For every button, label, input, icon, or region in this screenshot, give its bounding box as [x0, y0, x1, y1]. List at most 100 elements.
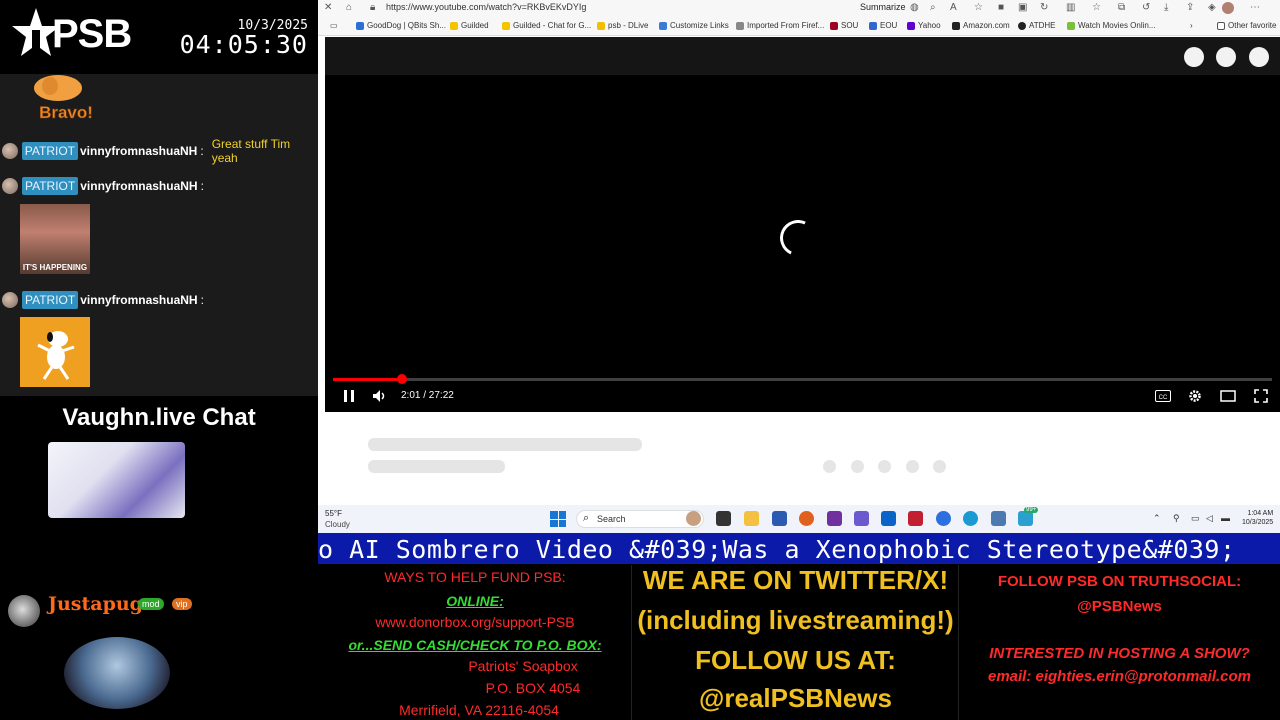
- edge-icon[interactable]: [963, 511, 978, 526]
- system-time: 1:04 AM: [1247, 510, 1274, 517]
- onenote-icon[interactable]: [827, 511, 842, 526]
- bookmark-item[interactable]: psb - DLive: [597, 21, 648, 30]
- widget-icon[interactable]: [686, 511, 701, 526]
- weather-temp[interactable]: 55°F: [325, 509, 342, 518]
- speaker-icon[interactable]: ◁: [1206, 513, 1213, 524]
- chat-text: Great stuff Tim yeah: [211, 137, 291, 165]
- bookmark-item[interactable]: Guilded - Chat for G...: [502, 21, 591, 30]
- news-ticker: o AI Sombrero Video &#039;Was a Xenophob…: [318, 533, 1280, 564]
- bookmark-item[interactable]: EOU: [869, 21, 897, 30]
- progress-knob[interactable]: [397, 374, 408, 384]
- zoom-app-icon[interactable]: [936, 511, 951, 526]
- bookmark-label: Guilded: [461, 21, 489, 30]
- pause-icon[interactable]: [342, 389, 356, 403]
- bravo-emote: Bravo!: [34, 75, 93, 122]
- chat-feed: Bravo! PATRIOT vinnyfromnashuaNH : Great…: [0, 74, 318, 396]
- battery-icon[interactable]: ▬: [1221, 513, 1230, 523]
- loading-skeleton-dot: [823, 460, 836, 473]
- bookmark-item[interactable]: Customize Links: [659, 21, 729, 30]
- chat-username[interactable]: vinnyfromnashuaNH: [80, 179, 197, 193]
- vaughn-username[interactable]: Justapug: [48, 593, 143, 615]
- progress-bar[interactable]: [333, 374, 1272, 384]
- read-aloud-icon[interactable]: A: [950, 2, 957, 13]
- stream-overlay: PSB 10/3/2025 04:05:30 Bravo! PATRIOT vi…: [0, 0, 1280, 720]
- system-clock[interactable]: 1:04 AM 10/3/2025: [1242, 509, 1273, 527]
- outlook-icon[interactable]: [881, 511, 896, 526]
- bookmark-icon: [907, 21, 915, 30]
- brand-header: PSB 10/3/2025 04:05:30: [0, 0, 318, 74]
- chat-separator: :: [200, 179, 204, 193]
- twitter-livestream: (including livestreaming!): [637, 605, 954, 635]
- bookmark-label: ATDHE: [1029, 21, 1056, 30]
- favorites-icon[interactable]: ☆: [1092, 2, 1101, 13]
- fullscreen-icon[interactable]: [1254, 389, 1268, 403]
- fund-heading: WAYS TO HELP FUND PSB:: [384, 569, 566, 585]
- word-icon[interactable]: [772, 511, 787, 526]
- player-top-button[interactable]: [1184, 47, 1204, 67]
- player-top-button[interactable]: [1216, 47, 1236, 67]
- file-explorer-icon[interactable]: [744, 511, 759, 526]
- chat-username[interactable]: vinnyfromnashuaNH: [80, 293, 197, 307]
- zoom-icon[interactable]: ⌕: [930, 2, 936, 13]
- youtube-page: 2:01 / 27:22 CC: [325, 37, 1280, 505]
- publisher-icon[interactable]: [854, 511, 869, 526]
- other-favorites[interactable]: Other favorite: [1217, 21, 1276, 30]
- player-top-button[interactable]: [1249, 47, 1269, 67]
- bookmark-item[interactable]: Imported From Firef...: [736, 21, 824, 30]
- bookmark-icon: [502, 21, 510, 30]
- share-icon[interactable]: ⇪: [1186, 2, 1194, 13]
- more-icon[interactable]: ⋯: [1250, 2, 1260, 13]
- app-icon[interactable]: [908, 511, 923, 526]
- avatar[interactable]: [1222, 2, 1234, 14]
- mail-label: or...SEND CASH/CHECK TO P.O. BOX:: [348, 637, 602, 653]
- network-icon[interactable]: ▭: [1191, 513, 1200, 524]
- home-icon[interactable]: ⌂: [346, 2, 352, 13]
- bookmark-item[interactable]: Yahoo: [907, 21, 941, 30]
- bookmark-item[interactable]: Watch Movies Onlin...: [1067, 21, 1156, 30]
- start-button[interactable]: [550, 511, 566, 527]
- loading-skeleton-dot: [878, 460, 891, 473]
- bookmark-item[interactable]: GoodDog | QBits Sh...: [356, 21, 446, 30]
- volume-icon[interactable]: [372, 389, 388, 403]
- refresh-icon[interactable]: ↻: [1040, 2, 1048, 13]
- bookmark-item[interactable]: SOU: [830, 21, 858, 30]
- follow-label: FOLLOW US AT:: [695, 645, 896, 675]
- extension-icon[interactable]: ■: [998, 2, 1004, 13]
- bookmark-icon[interactable]: ▭: [330, 21, 338, 30]
- settings-gear-icon[interactable]: [1188, 389, 1202, 403]
- video-player[interactable]: 2:01 / 27:22 CC: [325, 37, 1280, 412]
- captions-icon[interactable]: CC: [1155, 390, 1171, 402]
- chevron-right-icon[interactable]: ›: [1190, 21, 1193, 30]
- close-icon[interactable]: ✕: [324, 2, 332, 13]
- bookmark-item[interactable]: Guilded: [450, 21, 489, 30]
- lock-icon[interactable]: 🔒︎: [370, 2, 375, 13]
- theater-mode-icon[interactable]: [1220, 390, 1236, 402]
- copilot-icon[interactable]: ◈: [1208, 2, 1216, 13]
- downloads-icon[interactable]: ⤓: [1164, 2, 1168, 13]
- bookmark-item[interactable]: Amazon.com: [952, 21, 1010, 30]
- taskbar-search[interactable]: ⌕ Search: [576, 510, 704, 528]
- weather-condition[interactable]: Cloudy: [325, 520, 350, 529]
- task-view-icon[interactable]: [716, 511, 731, 526]
- collections-icon[interactable]: ⧉: [1118, 2, 1125, 13]
- search-icon: ⌕: [583, 512, 590, 524]
- loading-skeleton-dot: [851, 460, 864, 473]
- chevron-up-icon[interactable]: ⌃: [1153, 513, 1161, 524]
- translate-icon[interactable]: ◍: [910, 2, 919, 13]
- summarize-button[interactable]: Summarize: [860, 2, 906, 12]
- bookmark-icon: [450, 21, 458, 30]
- history-icon[interactable]: ↺: [1142, 2, 1150, 13]
- microphone-icon[interactable]: ⚲: [1173, 513, 1180, 524]
- bookmark-item[interactable]: ATDHE: [1018, 21, 1056, 30]
- mail-city: Merrifield, VA 22116-4054: [399, 702, 559, 718]
- bookmark-icon: [659, 21, 667, 30]
- star-icon[interactable]: ☆: [974, 2, 983, 13]
- chat-separator: :: [200, 144, 204, 158]
- url-field[interactable]: https://www.youtube.com/watch?v=RKBvEKvD…: [386, 2, 586, 12]
- extension-icon[interactable]: ▣: [1018, 2, 1027, 13]
- chat-username[interactable]: vinnyfromnashuaNH: [80, 144, 197, 158]
- app-icon[interactable]: [991, 511, 1006, 526]
- split-icon[interactable]: ▥: [1066, 2, 1075, 13]
- chat-app-icon[interactable]: 99+: [1018, 507, 1039, 526]
- firefox-icon[interactable]: [799, 511, 814, 526]
